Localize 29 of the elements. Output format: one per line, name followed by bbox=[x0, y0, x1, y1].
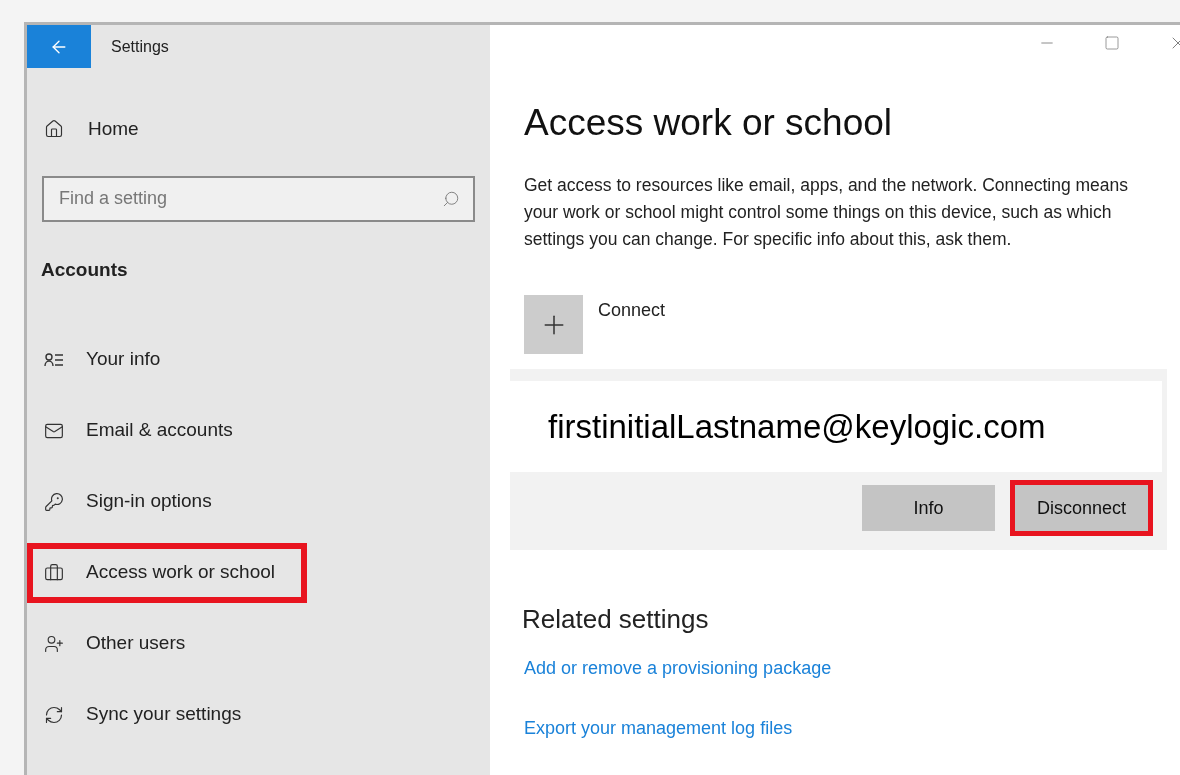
maximize-icon[interactable] bbox=[1104, 35, 1120, 51]
nav-item[interactable]: Your info bbox=[33, 329, 187, 390]
section-heading: Related settings bbox=[522, 603, 709, 637]
search-field[interactable]: Find a setting bbox=[42, 175, 475, 222]
briefcase-icon bbox=[44, 562, 64, 583]
key-icon bbox=[44, 491, 64, 512]
settings-link[interactable]: Export your management log files bbox=[524, 715, 793, 743]
person-plus-icon bbox=[44, 633, 64, 654]
description-text: Get access to resources like email, apps, and the network. Connecting means your work or school might control some things on this device, such as which settings you can change. For specific info about this, ask them. bbox=[524, 174, 1130, 252]
window-title: Settings bbox=[111, 36, 169, 57]
home-nav-item[interactable]: Home bbox=[44, 115, 490, 144]
contact-card-icon bbox=[44, 351, 64, 368]
nav-item[interactable]: Sign-in options bbox=[33, 471, 238, 532]
connect-label[interactable]: Connect bbox=[598, 297, 666, 325]
nav-item[interactable]: Email & accounts bbox=[33, 400, 259, 461]
settings-link[interactable]: Add or remove a provisioning package bbox=[524, 655, 832, 683]
account-button[interactable]: Disconnect bbox=[1015, 485, 1148, 532]
page-title: Access work or school bbox=[524, 101, 893, 145]
sync-icon bbox=[44, 704, 64, 725]
account-button[interactable]: Info bbox=[862, 485, 995, 532]
search-icon bbox=[442, 189, 460, 208]
home-icon bbox=[44, 119, 64, 140]
back-button[interactable] bbox=[27, 25, 91, 68]
nav-item[interactable]: Sync your settings bbox=[33, 684, 268, 745]
connect-tile[interactable] bbox=[524, 295, 583, 355]
nav-item[interactable]: Access work or school bbox=[27, 542, 307, 603]
nav-item[interactable]: Other users bbox=[33, 613, 212, 674]
account-email: firstinitialLastname@keylogic.com bbox=[548, 407, 1046, 447]
section-heading: Accounts bbox=[41, 257, 128, 282]
